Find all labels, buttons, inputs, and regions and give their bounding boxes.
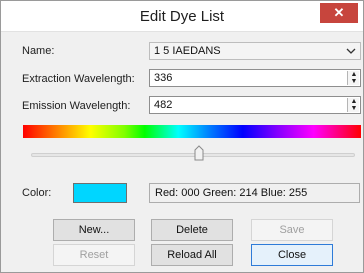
spin-down-icon[interactable]: ▼ (348, 105, 360, 112)
color-label: Color: (22, 187, 52, 199)
spin-up-icon[interactable]: ▲ (348, 98, 360, 105)
dye-name-select[interactable]: 1 5 IAEDANS (149, 42, 361, 60)
emission-wavelength-label: Emission Wavelength: (22, 100, 131, 112)
extraction-wavelength-value: 336 (154, 72, 173, 84)
emission-spinner[interactable]: ▲ ▼ (347, 98, 359, 112)
reset-button[interactable]: Reset (53, 244, 135, 266)
close-icon[interactable]: ✕ (320, 3, 358, 23)
chevron-down-icon[interactable] (346, 43, 356, 62)
wavelength-slider-thumb[interactable] (194, 145, 204, 161)
edit-dye-list-dialog: Edit Dye List ✕ Name: 1 5 IAEDANS Extrac… (0, 0, 364, 273)
dye-name-value: 1 5 IAEDANS (154, 45, 221, 57)
extraction-spinner[interactable]: ▲ ▼ (347, 71, 359, 85)
color-spectrum-bar[interactable] (23, 125, 361, 138)
emission-wavelength-value: 482 (154, 99, 173, 111)
rgb-readout-field: Red: 000 Green: 214 Blue: 255 (149, 183, 360, 203)
rgb-readout-text: Red: 000 Green: 214 Blue: 255 (155, 187, 308, 199)
color-swatch-button[interactable] (73, 183, 127, 203)
extraction-wavelength-field[interactable]: 336 ▲ ▼ (149, 69, 361, 87)
save-button[interactable]: Save (251, 219, 333, 241)
emission-wavelength-field[interactable]: 482 ▲ ▼ (149, 96, 361, 114)
title-bar: Edit Dye List ✕ (1, 1, 363, 32)
name-label: Name: (22, 45, 55, 57)
extraction-wavelength-label: Extraction Wavelength: (22, 73, 135, 85)
reload-all-button[interactable]: Reload All (151, 244, 233, 266)
delete-button[interactable]: Delete (151, 219, 233, 241)
new-button[interactable]: New... (53, 219, 135, 241)
close-button[interactable]: Close (251, 244, 333, 266)
spin-up-icon[interactable]: ▲ (348, 71, 360, 78)
wavelength-slider-track[interactable] (31, 153, 355, 157)
spin-down-icon[interactable]: ▼ (348, 78, 360, 85)
dialog-title: Edit Dye List (139, 8, 225, 25)
